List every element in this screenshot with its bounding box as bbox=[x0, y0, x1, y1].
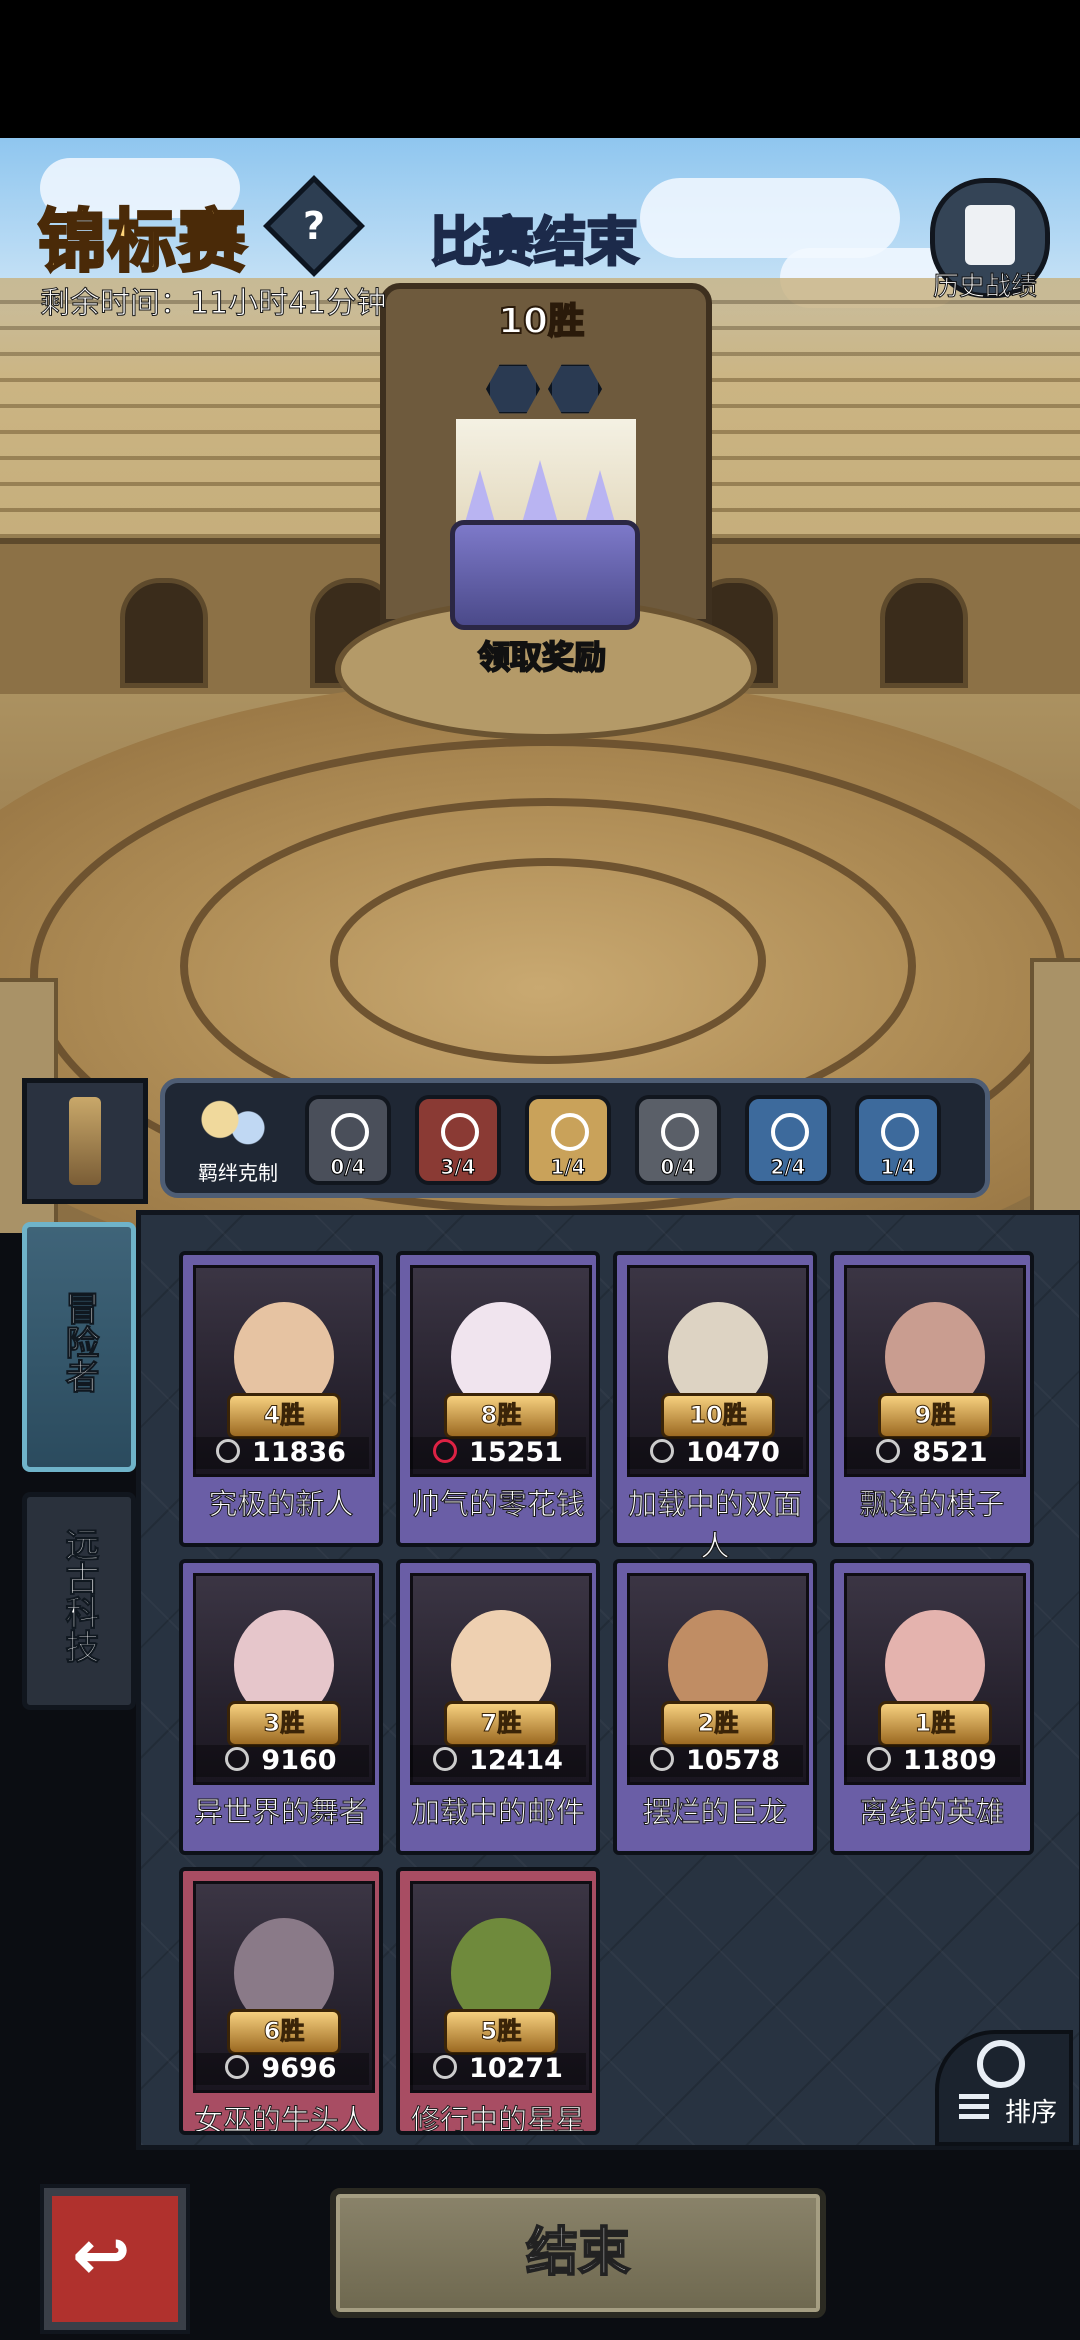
power-value: 10271 bbox=[410, 2053, 586, 2085]
synergy-slot[interactable]: 0/4 bbox=[305, 1095, 391, 1185]
adventurer-name: 飘逸的棋子 bbox=[859, 1487, 1005, 1522]
wins-badge: 8胜 bbox=[444, 1393, 558, 1439]
back-button[interactable]: ↩ bbox=[44, 2188, 186, 2330]
synergy-slot[interactable]: 1/4 bbox=[855, 1095, 941, 1185]
back-arrow-icon: ↩ bbox=[72, 2214, 131, 2296]
power-value: 10470 bbox=[627, 1437, 803, 1469]
adventurer-card[interactable]: 5胜 10271 修行中的星星 bbox=[396, 1867, 600, 2135]
adventurer-name: 离线的英雄 bbox=[859, 1795, 1005, 1830]
history-label[interactable]: 历史战绩 bbox=[930, 266, 1040, 303]
power-icon bbox=[433, 1439, 458, 1463]
wins-badge: 5胜 bbox=[444, 2009, 558, 2055]
page-title: 锦标赛 bbox=[36, 202, 249, 284]
status-bar bbox=[0, 0, 1080, 138]
claim-reward-label[interactable]: 领取奖励 bbox=[477, 632, 607, 678]
adventurer-name: 异世界的舞者 bbox=[193, 1795, 368, 1830]
power-icon bbox=[650, 1747, 675, 1771]
wins-badge: 9胜 bbox=[878, 1393, 992, 1439]
power-value: 9696 bbox=[193, 2053, 369, 2085]
adventurer-name: 加载中的双面人 bbox=[627, 1487, 802, 1564]
figure-icon bbox=[881, 1113, 919, 1151]
power-value: 12414 bbox=[410, 1745, 586, 1777]
crown-icon bbox=[551, 1113, 589, 1151]
wins-badge: 3胜 bbox=[227, 1701, 341, 1747]
wins-badge: 1胜 bbox=[878, 1701, 992, 1747]
power-icon bbox=[650, 1439, 675, 1463]
list-icon bbox=[959, 2094, 989, 2120]
diamond-icon bbox=[331, 1113, 369, 1151]
bond-icon bbox=[199, 1097, 269, 1153]
arch-icon bbox=[661, 1113, 699, 1151]
power-icon bbox=[216, 1439, 241, 1463]
orbit-icon bbox=[771, 1113, 809, 1151]
wins-badge: 2胜 bbox=[661, 1701, 775, 1747]
end-button-label: 结束 bbox=[525, 2222, 631, 2284]
power-icon bbox=[876, 1439, 901, 1463]
power-icon bbox=[433, 2055, 458, 2079]
tab-adventurer[interactable]: 冒险者 bbox=[22, 1222, 136, 1472]
adventurer-card[interactable]: 1胜 11809 离线的英雄 bbox=[830, 1559, 1034, 1855]
scroll-icon bbox=[965, 205, 1015, 265]
end-button[interactable]: 结束 bbox=[330, 2188, 826, 2318]
power-icon bbox=[433, 1747, 458, 1771]
power-icon bbox=[225, 2055, 250, 2079]
adventurer-card[interactable]: 10胜 10470 加载中的双面人 bbox=[613, 1251, 817, 1564]
synergy-slot[interactable]: 2/4 bbox=[745, 1095, 831, 1185]
synergy-slot[interactable]: 1/4 bbox=[525, 1095, 611, 1185]
question-icon: ? bbox=[302, 204, 326, 248]
power-value: 15251 bbox=[410, 1437, 586, 1469]
sort-label: 排序 bbox=[1005, 2098, 1058, 2128]
power-value: 11809 bbox=[844, 1745, 1020, 1777]
wins-badge: 6胜 bbox=[227, 2009, 341, 2055]
reward-chest[interactable] bbox=[440, 460, 640, 630]
adventurer-name: 究极的新人 bbox=[208, 1487, 354, 1522]
adventurer-card[interactable]: 4胜 11836 究极的新人 bbox=[179, 1251, 383, 1547]
adventurer-name: 帅气的零花钱 bbox=[410, 1487, 585, 1522]
power-value: 10578 bbox=[627, 1745, 803, 1777]
adventurer-name: 摆烂的巨龙 bbox=[642, 1795, 788, 1830]
adventurer-name: 修行中的星星 bbox=[410, 2103, 585, 2135]
wins-badge: 10胜 bbox=[661, 1393, 775, 1439]
total-wins: 10胜 bbox=[497, 300, 585, 343]
adventurer-card[interactable]: 9胜 8521 飘逸的棋子 bbox=[830, 1251, 1034, 1547]
tab-adventurer-label: 冒险者 bbox=[59, 1291, 100, 1394]
power-value: 11836 bbox=[193, 1437, 369, 1469]
remaining-time: 剩余时间：11小时41分钟 bbox=[39, 286, 387, 322]
roster-panel: 4胜 11836 究极的新人 8胜 15251 帅气的零花钱 10胜 10470 加载中的双… bbox=[136, 1210, 1080, 2150]
power-value: 9160 bbox=[193, 1745, 369, 1777]
adventurer-card[interactable]: 2胜 10578 摆烂的巨龙 bbox=[613, 1559, 817, 1855]
adventurer-card[interactable]: 7胜 12414 加载中的邮件 bbox=[396, 1559, 600, 1855]
bond-label: 羁绊克制 bbox=[198, 1161, 278, 1185]
power-icon bbox=[867, 1747, 892, 1771]
tower-icon bbox=[69, 1097, 101, 1185]
adventurer-name: 女巫的牛头人 bbox=[193, 2103, 368, 2135]
tab-ancient-tech-label: 远古科技 bbox=[59, 1527, 100, 1664]
tower-button[interactable] bbox=[22, 1078, 148, 1204]
wins-badge: 4胜 bbox=[227, 1393, 341, 1439]
adventurer-card[interactable]: 6胜 9696 女巫的牛头人 bbox=[179, 1867, 383, 2135]
match-status: 比赛结束 bbox=[428, 212, 639, 275]
power-icon bbox=[225, 1747, 250, 1771]
eye-icon bbox=[441, 1113, 479, 1151]
wins-badge: 7胜 bbox=[444, 1701, 558, 1747]
tab-ancient-tech[interactable]: 远古科技 bbox=[22, 1492, 136, 1710]
search-icon bbox=[977, 2040, 1025, 2088]
synergy-slot[interactable]: 0/4 bbox=[635, 1095, 721, 1185]
synergy-bar: 羁绊克制 0/4 3/4 1/4 0/4 2/4 1/4 bbox=[160, 1078, 990, 1198]
adventurer-card[interactable]: 3胜 9160 异世界的舞者 bbox=[179, 1559, 383, 1855]
power-value: 8521 bbox=[844, 1437, 1020, 1469]
adventurer-name: 加载中的邮件 bbox=[410, 1795, 585, 1830]
sort-button[interactable]: 排序 bbox=[935, 2030, 1073, 2146]
synergy-slot[interactable]: 3/4 bbox=[415, 1095, 501, 1185]
bond-counter-button[interactable]: 羁绊克制 bbox=[185, 1091, 285, 1191]
adventurer-card[interactable]: 8胜 15251 帅气的零花钱 bbox=[396, 1251, 600, 1547]
